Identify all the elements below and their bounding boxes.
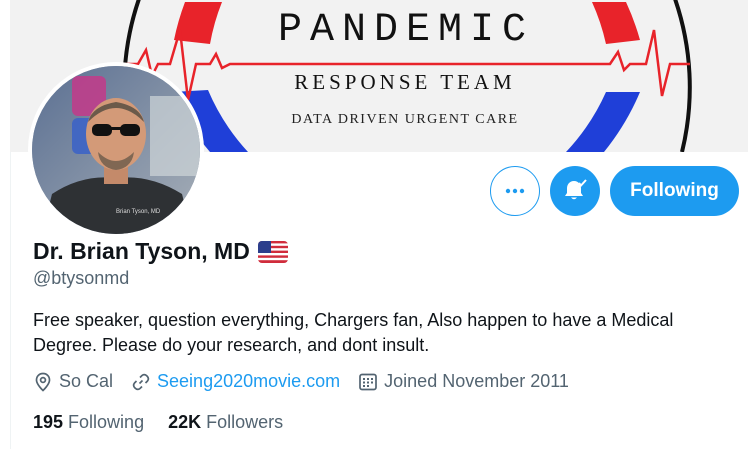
joined-item: Joined November 2011 xyxy=(358,371,569,392)
followers-stat-link[interactable]: 22K Followers xyxy=(168,412,283,433)
more-button[interactable] xyxy=(490,166,540,216)
website-item[interactable]: Seeing2020movie.com xyxy=(131,371,340,392)
followers-count: 22K xyxy=(168,412,202,432)
profile-avatar[interactable]: Brian Tyson, MD xyxy=(28,62,204,238)
link-icon xyxy=(132,373,150,390)
profile-meta: So Cal Seeing2020movie.com Joined Novemb… xyxy=(33,371,587,392)
banner-subtitle: RESPONSE TEAM xyxy=(294,70,516,94)
website-link[interactable]: Seeing2020movie.com xyxy=(157,371,340,392)
joined-text: Joined November 2011 xyxy=(384,371,569,391)
avatar-photo: Brian Tyson, MD xyxy=(32,66,200,234)
location-item: So Cal xyxy=(33,371,113,392)
profile-name: Dr. Brian Tyson, MD xyxy=(33,238,250,264)
profile-stats: 195 Following 22K Followers xyxy=(33,412,307,433)
bell-subscribed-icon xyxy=(565,179,587,200)
us-flag-icon xyxy=(257,240,288,263)
calendar-icon xyxy=(359,373,378,390)
more-horizontal-icon xyxy=(505,188,525,194)
following-stat-link[interactable]: 195 Following xyxy=(33,412,144,433)
profile-bio: Free speaker, question everything, Charg… xyxy=(33,310,674,355)
following-label: Following xyxy=(68,412,145,432)
notifications-button[interactable] xyxy=(550,166,600,216)
location-pin-icon xyxy=(35,372,51,392)
location-text: So Cal xyxy=(59,371,114,391)
profile-name-row: Dr. Brian Tyson, MD xyxy=(33,238,288,265)
banner-tagline: DATA DRIVEN URGENT CARE xyxy=(291,112,519,127)
banner-title: PANDEMIC xyxy=(277,8,535,53)
column-border xyxy=(10,150,11,449)
avatar-shirt-text: Brian Tyson, MD xyxy=(116,209,161,215)
profile-handle: @btysonmd xyxy=(33,268,130,288)
followers-label: Followers xyxy=(206,412,284,432)
following-button[interactable]: Following xyxy=(610,166,739,216)
following-count: 195 xyxy=(33,412,64,432)
